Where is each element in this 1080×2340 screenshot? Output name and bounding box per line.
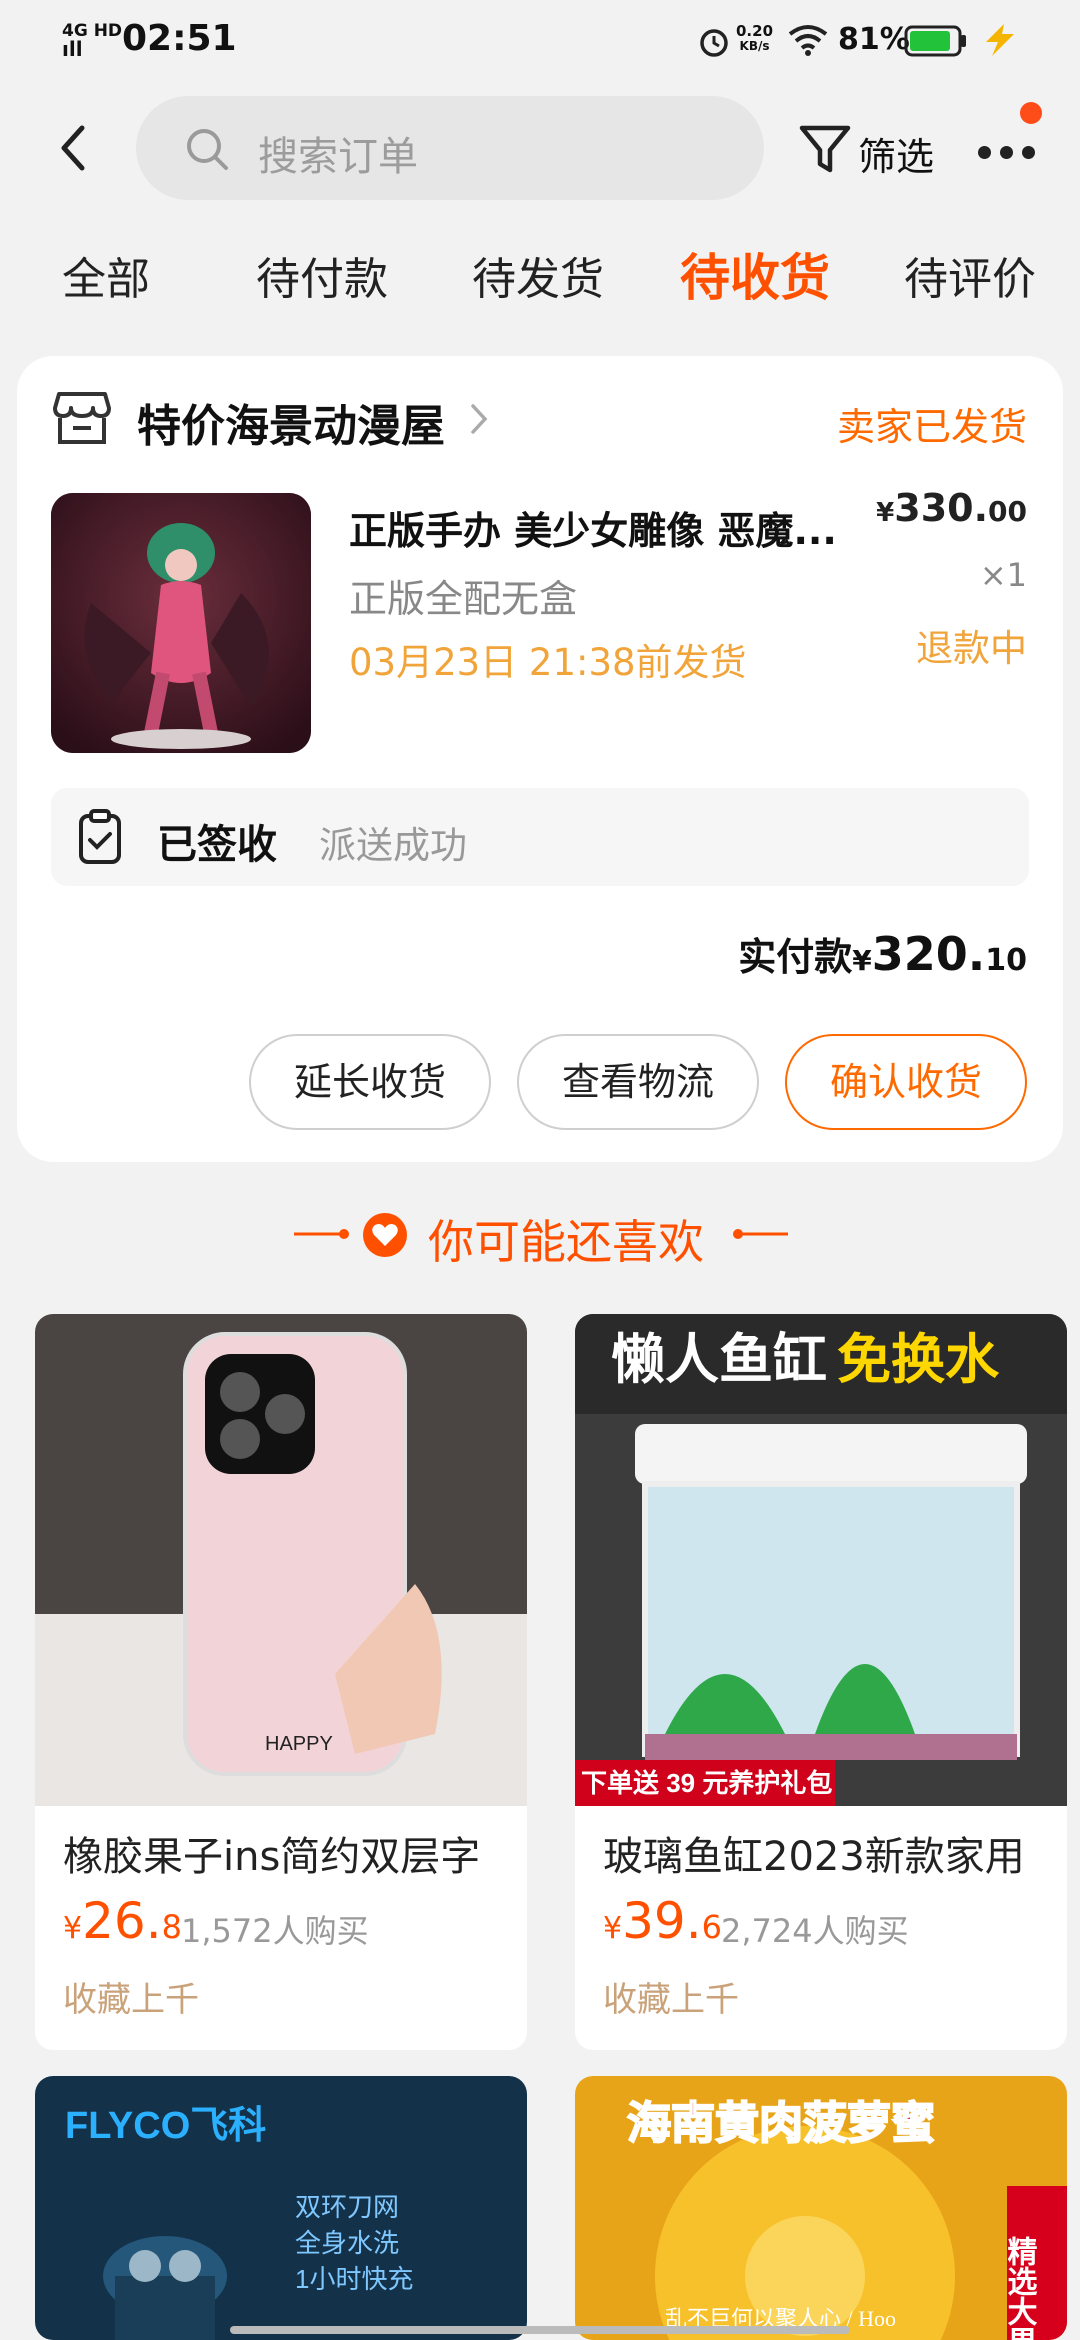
logistics-row[interactable]: 已签收 派送成功 (51, 788, 1029, 886)
filter-button[interactable]: 筛选 (796, 114, 946, 184)
product-tag: 收藏上千 (63, 1980, 199, 2020)
svg-text:1小时快充: 1小时快充 (295, 2264, 413, 2294)
product-image: HAPPY (35, 1314, 527, 1806)
recommend-title: 你可能还喜欢 (428, 1215, 704, 1269)
network-indicator: 4G HD ıll (62, 21, 123, 61)
confirm-receipt-button[interactable]: 确认收货 (785, 1034, 1027, 1130)
filter-label: 筛选 (858, 135, 935, 179)
svg-text:双环刀网: 双环刀网 (295, 2192, 399, 2222)
clipboard-check-icon (79, 809, 121, 864)
order-card[interactable]: 特价海景动漫屋 卖家已发货 正版手办 美少女雕像 恶魔... 正版全配无盒 03… (17, 356, 1063, 1162)
top-nav: 搜索订单 筛选 (0, 84, 1080, 214)
svg-text:海南黄肉菠萝蜜: 海南黄肉菠萝蜜 (627, 2099, 935, 2148)
more-icon-dot (1022, 146, 1035, 159)
alarm-icon (700, 29, 728, 57)
figure-image (51, 493, 311, 753)
tab-pending-receipt[interactable]: 待收货 (680, 238, 830, 310)
battery-icon (904, 25, 966, 57)
delivery-desc: 派送成功 (319, 824, 467, 867)
product-sold: 2,724人购买 (721, 1912, 909, 1950)
product-image: FLYCO飞科 双环刀网 全身水洗 1小时快充 (35, 2076, 527, 2340)
svg-text:懒人鱼缸: 懒人鱼缸 (611, 1329, 827, 1390)
product-card[interactable]: 海南黄肉菠萝蜜 精选大果 乱不巨何以聚人心 / Hoo (575, 2076, 1067, 2340)
product-name: 橡胶果子ins简约双层字 (63, 1834, 481, 1880)
more-icon-dot (1000, 146, 1013, 159)
search-icon (187, 129, 228, 170)
tab-pending-payment[interactable]: 待付款 (256, 243, 388, 307)
search-input[interactable]: 搜索订单 (136, 96, 764, 200)
item-quantity: ×1 (979, 556, 1027, 594)
shop-name[interactable]: 特价海景动漫屋 (137, 390, 445, 454)
shipping-status: 卖家已发货 (836, 405, 1027, 449)
more-icon (978, 146, 991, 159)
shop-icon (53, 392, 111, 444)
network-speed: 0.20 KB/s (736, 22, 774, 54)
heart-icon (363, 1213, 407, 1257)
view-logistics-button[interactable]: 查看物流 (517, 1034, 759, 1130)
paid-amount: 实付款¥320.10 (738, 927, 1027, 981)
charging-icon (986, 24, 1014, 56)
shipping-deadline: 03月23日 21:38前发货 (349, 641, 747, 684)
product-thumbnail[interactable] (51, 493, 311, 753)
home-indicator[interactable] (230, 2326, 850, 2334)
more-button[interactable] (976, 124, 1056, 184)
product-card[interactable]: HAPPY 橡胶果子ins简约双层字 ¥26.8 1,572人购买 收藏上千 (35, 1314, 527, 2050)
clock: 02:51 (122, 18, 237, 59)
search-placeholder: 搜索订单 (258, 134, 418, 180)
extend-receipt-button[interactable]: 延长收货 (249, 1034, 491, 1130)
battery-percent: 81% (838, 22, 910, 57)
item-price: ¥330.00 (876, 486, 1027, 530)
svg-text:HAPPY: HAPPY (265, 1733, 333, 1755)
svg-text:全身水洗: 全身水洗 (295, 2228, 399, 2258)
back-icon[interactable] (56, 122, 92, 174)
product-card[interactable]: FLYCO飞科 双环刀网 全身水洗 1小时快充 (35, 2076, 527, 2340)
tab-pending-review[interactable]: 待评价 (904, 243, 1036, 307)
svg-text:FLYCO飞科: FLYCO飞科 (65, 2105, 266, 2147)
filter-icon (799, 125, 851, 173)
product-image: 懒人鱼缸 免换水 下单送 39 元养护礼包 (575, 1314, 1067, 1806)
recommend-header: 你可能还喜欢 (0, 1200, 1080, 1270)
product-name: 玻璃鱼缸2023新款家用 (603, 1834, 1025, 1880)
arrow-deco-left (294, 1229, 349, 1239)
svg-text:精选大果: 精选大果 (1003, 2236, 1038, 2340)
product-price: ¥26.8 (63, 1892, 182, 1950)
delivery-status: 已签收 (157, 822, 277, 868)
status-bar: 4G HD ıll 02:51 0.20 KB/s 81% (0, 0, 1080, 84)
refund-status[interactable]: 退款中 (916, 618, 1027, 672)
product-image: 海南黄肉菠萝蜜 精选大果 乱不巨何以聚人心 / Hoo (575, 2076, 1067, 2340)
product-spec: 正版全配无盒 (349, 577, 578, 621)
product-card[interactable]: 懒人鱼缸 免换水 下单送 39 元养护礼包 玻璃鱼缸2023新款家用 ¥39.6… (575, 1314, 1067, 2050)
order-tabs: 全部 待付款 待发货 待收货 待评价 (0, 230, 1080, 330)
product-tag: 收藏上千 (603, 1980, 739, 2020)
tab-all[interactable]: 全部 (62, 243, 150, 307)
svg-text:下单送 39 元养护礼包: 下单送 39 元养护礼包 (581, 1768, 832, 1798)
arrow-deco-right (733, 1229, 788, 1239)
chevron-right-icon (471, 404, 488, 434)
product-price: ¥39.6 (603, 1892, 722, 1950)
notification-dot (1020, 102, 1042, 124)
tab-pending-shipment[interactable]: 待发货 (472, 243, 604, 307)
product-sold: 1,572人购买 (181, 1912, 369, 1950)
product-title[interactable]: 正版手办 美少女雕像 恶魔... (349, 500, 869, 555)
svg-text:免换水: 免换水 (837, 1330, 1000, 1390)
wifi-icon (788, 25, 828, 56)
